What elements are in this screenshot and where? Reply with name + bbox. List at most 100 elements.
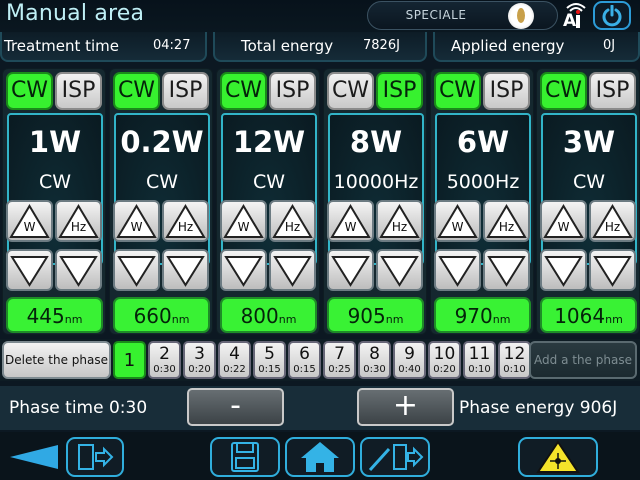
frequency-up-button[interactable]: Hz bbox=[483, 200, 530, 242]
laser-warning-icon bbox=[536, 440, 580, 473]
phase-button-11[interactable]: 11 0:10 bbox=[463, 341, 496, 379]
phase-button-9[interactable]: 9 0:40 bbox=[393, 341, 426, 379]
frequency-up-button[interactable]: Hz bbox=[589, 200, 636, 242]
frequency-down-button[interactable] bbox=[589, 249, 636, 291]
phase-button-1[interactable]: 1 bbox=[113, 341, 146, 379]
home-button[interactable] bbox=[285, 437, 355, 477]
phase-number: 6 bbox=[299, 344, 310, 364]
frequency-down-button[interactable] bbox=[269, 249, 316, 291]
isp-mode-button[interactable]: ISP bbox=[162, 72, 209, 110]
phase-time-label: Phase time 0:30 bbox=[9, 398, 148, 418]
edit-exit-button[interactable] bbox=[360, 437, 430, 477]
wavelength-badge[interactable]: 445nm bbox=[6, 297, 103, 333]
power-down-button[interactable] bbox=[540, 249, 587, 291]
phase-button-3[interactable]: 3 0:20 bbox=[183, 341, 216, 379]
phase-number: 4 bbox=[229, 344, 240, 364]
home-icon bbox=[301, 442, 339, 472]
frequency-down-button[interactable] bbox=[55, 249, 102, 291]
power-display: 0.2W CW bbox=[114, 113, 210, 265]
power-up-label: W bbox=[451, 220, 464, 234]
isp-mode-button[interactable]: ISP bbox=[483, 72, 530, 110]
phase-button-4[interactable]: 4 0:22 bbox=[218, 341, 251, 379]
frequency-down-button[interactable] bbox=[162, 249, 209, 291]
phase-button-12[interactable]: 12 0:10 bbox=[498, 341, 531, 379]
phase-duration: 0:20 bbox=[188, 364, 211, 375]
power-button[interactable] bbox=[593, 1, 631, 30]
power-up-button[interactable]: W bbox=[540, 200, 587, 242]
phase-duration: 0:30 bbox=[153, 364, 176, 375]
frequency-up-label: Hz bbox=[391, 220, 408, 234]
back-button[interactable] bbox=[0, 437, 70, 477]
wavelength-badge[interactable]: 970nm bbox=[434, 297, 531, 333]
wavelength-value: 660 bbox=[133, 304, 172, 328]
phase-button-7[interactable]: 7 0:25 bbox=[323, 341, 356, 379]
power-down-button[interactable] bbox=[434, 249, 481, 291]
mode-pill[interactable]: SPECIALE bbox=[367, 1, 558, 30]
isp-mode-button[interactable]: ISP bbox=[55, 72, 102, 110]
frequency-up-label: Hz bbox=[284, 220, 301, 234]
isp-mode-button[interactable]: ISP bbox=[589, 72, 636, 110]
power-down-button[interactable] bbox=[113, 249, 160, 291]
top-bar: Manual area SPECIALE A bbox=[0, 0, 640, 32]
laser-channel-0: CW ISP 1W CW W Hz 445nm bbox=[2, 68, 106, 335]
power-down-button[interactable] bbox=[6, 249, 53, 291]
frequency-up-label: Hz bbox=[498, 220, 515, 234]
power-down-button[interactable] bbox=[220, 249, 267, 291]
isp-mode-button[interactable]: ISP bbox=[376, 72, 423, 110]
wavelength-badge[interactable]: 800nm bbox=[220, 297, 317, 333]
power-value: 8W bbox=[349, 125, 403, 159]
power-value: 0.2W bbox=[120, 125, 204, 159]
applied-energy-label: Applied energy bbox=[451, 37, 565, 55]
save-button[interactable] bbox=[210, 437, 280, 477]
frequency-up-button[interactable]: Hz bbox=[376, 200, 423, 242]
wavelength-badge[interactable]: 905nm bbox=[327, 297, 424, 333]
laser-channel-1: CW ISP 0.2W CW W Hz 660nm bbox=[109, 68, 213, 335]
phase-time-plus-button[interactable]: + bbox=[357, 388, 454, 426]
frequency-up-button[interactable]: Hz bbox=[162, 200, 209, 242]
phase-time-minus-button[interactable]: - bbox=[187, 388, 284, 426]
isp-mode-button[interactable]: ISP bbox=[269, 72, 316, 110]
cw-mode-button[interactable]: CW bbox=[6, 72, 53, 110]
phase-button-8[interactable]: 8 0:30 bbox=[358, 341, 391, 379]
wavelength-badge[interactable]: 660nm bbox=[113, 297, 210, 333]
power-up-button[interactable]: W bbox=[434, 200, 481, 242]
cw-mode-button[interactable]: CW bbox=[327, 72, 374, 110]
mode-value: CW bbox=[145, 171, 179, 193]
treatment-time-value: 04:27 bbox=[153, 38, 191, 53]
ai-wifi-icon: A bbox=[560, 2, 590, 31]
frequency-up-button[interactable]: Hz bbox=[55, 200, 102, 242]
frequency-up-button[interactable]: Hz bbox=[269, 200, 316, 242]
phase-duration: 0:40 bbox=[398, 364, 421, 375]
laser-warning-button[interactable] bbox=[518, 437, 598, 477]
exit-door-icon bbox=[78, 444, 114, 470]
power-up-button[interactable]: W bbox=[220, 200, 267, 242]
phase-duration: 0:22 bbox=[223, 364, 246, 375]
applied-energy-box: Applied energy 0J bbox=[433, 32, 640, 62]
add-phase-button[interactable]: Add a the phase bbox=[529, 341, 637, 379]
phase-button-2[interactable]: 2 0:30 bbox=[148, 341, 181, 379]
phase-button-5[interactable]: 5 0:15 bbox=[253, 341, 286, 379]
wavelength-badge[interactable]: 1064nm bbox=[540, 297, 637, 333]
cw-mode-button[interactable]: CW bbox=[220, 72, 267, 110]
phase-number: 3 bbox=[194, 344, 205, 364]
power-down-button[interactable] bbox=[327, 249, 374, 291]
phase-button-10[interactable]: 10 0:20 bbox=[428, 341, 461, 379]
cw-mode-button[interactable]: CW bbox=[540, 72, 587, 110]
phase-duration: 0:30 bbox=[363, 364, 386, 375]
cw-mode-button[interactable]: CW bbox=[113, 72, 160, 110]
laser-channel-5: CW ISP 3W CW W Hz 1064nm bbox=[536, 68, 640, 335]
back-arrow-icon bbox=[10, 445, 58, 469]
power-up-button[interactable]: W bbox=[113, 200, 160, 242]
phase-button-6[interactable]: 6 0:15 bbox=[288, 341, 321, 379]
frequency-down-button[interactable] bbox=[376, 249, 423, 291]
power-up-button[interactable]: W bbox=[6, 200, 53, 242]
delete-phase-button[interactable]: Delete the phase bbox=[2, 341, 111, 379]
cw-mode-button[interactable]: CW bbox=[434, 72, 481, 110]
exit-button[interactable] bbox=[66, 437, 124, 477]
power-up-label: W bbox=[344, 220, 357, 234]
phase-number: 11 bbox=[468, 344, 491, 364]
power-display: 8W 10000Hz bbox=[328, 113, 424, 265]
frequency-down-button[interactable] bbox=[483, 249, 530, 291]
power-up-label: W bbox=[130, 220, 143, 234]
power-up-button[interactable]: W bbox=[327, 200, 374, 242]
